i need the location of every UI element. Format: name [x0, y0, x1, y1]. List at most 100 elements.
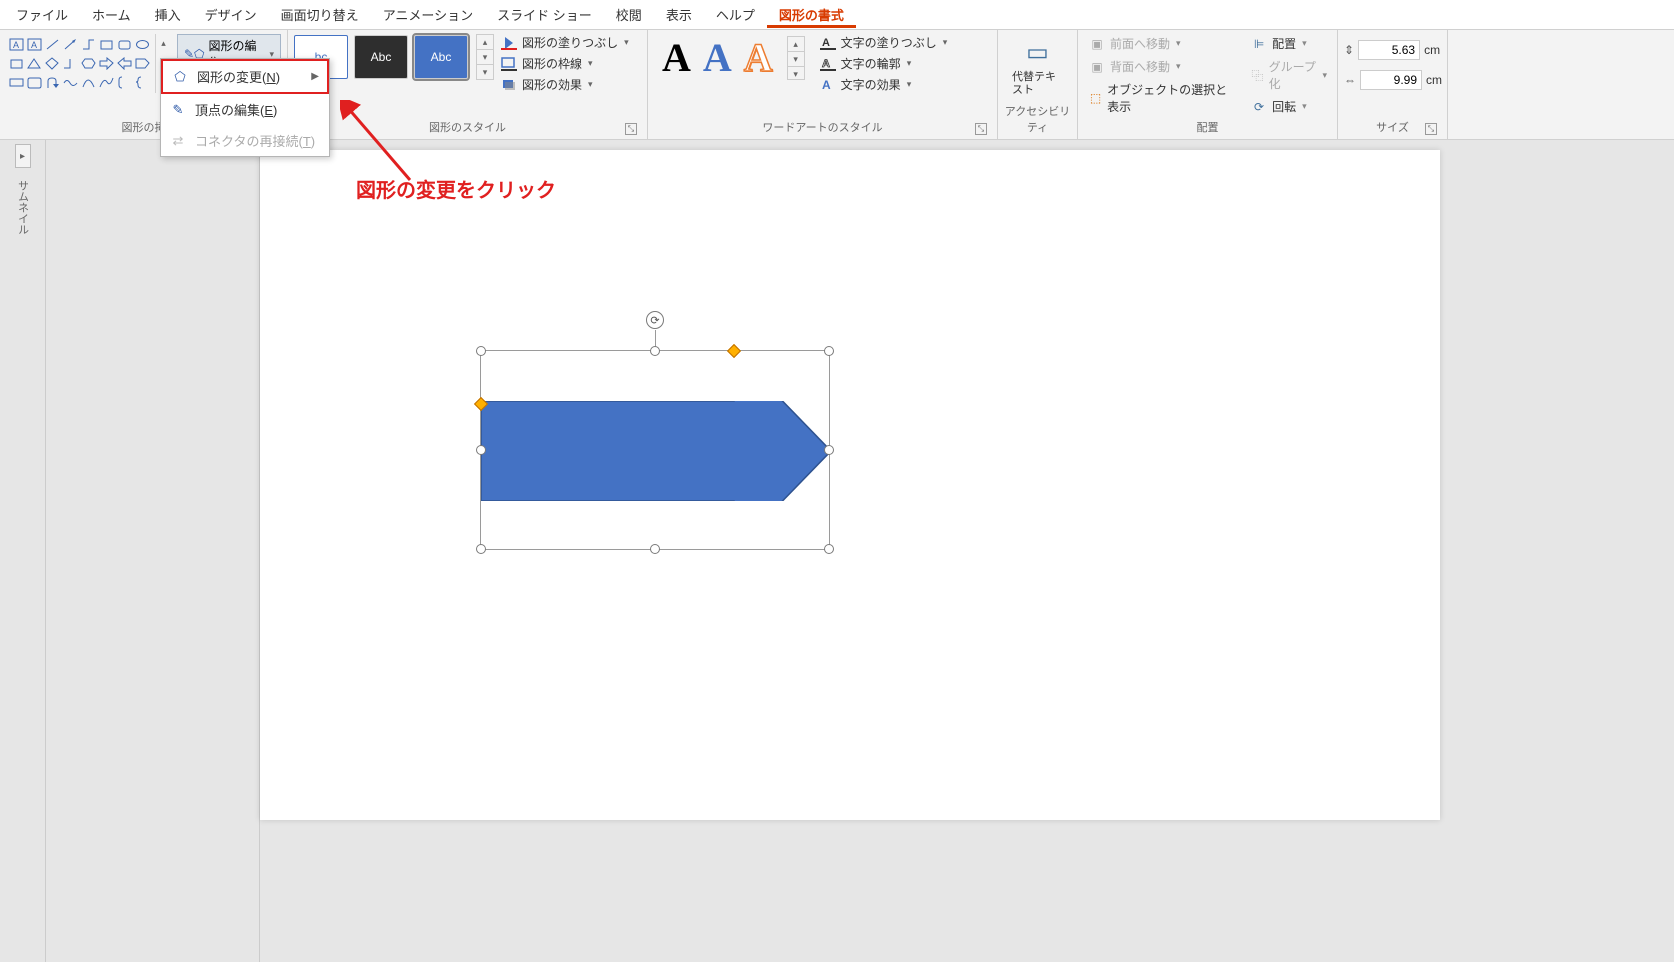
shape-arc-icon[interactable] — [80, 74, 97, 91]
text-fill-button[interactable]: A文字の塗りつぶし▾ — [819, 34, 948, 51]
rotate-label: 回転 — [1272, 98, 1296, 115]
shape-styles-dialog-launcher[interactable]: ⤡ — [625, 123, 637, 135]
shape-brace-icon[interactable] — [134, 74, 151, 91]
width-input[interactable] — [1360, 70, 1422, 90]
resize-handle-r[interactable] — [824, 445, 834, 455]
shape-effects-button[interactable]: 図形の効果▾ — [500, 76, 629, 93]
text-outline-button[interactable]: A文字の輪郭▾ — [819, 55, 948, 72]
wordart-dialog-launcher[interactable]: ⤡ — [975, 123, 987, 135]
style-swatch-2[interactable]: Abc — [354, 35, 408, 79]
textfill-icon: A — [819, 35, 837, 51]
menu-home[interactable]: ホーム — [80, 1, 143, 28]
shapes-palette[interactable]: A A — [6, 34, 171, 93]
menuitem-edit-points[interactable]: ✎ 頂点の編集(E) — [161, 94, 329, 125]
shape-line-icon[interactable] — [44, 36, 61, 53]
shape-arrowline-icon[interactable] — [62, 36, 79, 53]
shape-fill-label: 図形の塗りつぶし — [522, 34, 618, 51]
send-backward-button[interactable]: ▣背面へ移動▾ — [1084, 57, 1232, 76]
group-label-accessibility: アクセシビリティ — [1004, 101, 1071, 137]
edit-points-icon: ✎ — [169, 102, 187, 118]
shape-elbow-icon[interactable] — [80, 36, 97, 53]
menu-slideshow[interactable]: スライド ショー — [485, 1, 604, 28]
menu-animation[interactable]: アニメーション — [371, 1, 485, 28]
width-field-row: ⇔ cm — [1344, 70, 1441, 90]
height-icon: ⇕ — [1344, 43, 1354, 57]
shape-scroll-icon[interactable] — [26, 74, 43, 91]
shape-textbox2-icon[interactable]: A — [26, 36, 43, 53]
shape-r2-1-icon[interactable] — [8, 55, 25, 72]
wordart-style-1[interactable]: A — [662, 34, 691, 81]
shape-rarrow-icon[interactable] — [98, 55, 115, 72]
thumbnail-tray[interactable] — [46, 140, 260, 962]
shape-outline-label: 図形の枠線 — [522, 55, 582, 72]
text-effects-label: 文字の効果 — [841, 76, 901, 93]
shape-effects-label: 図形の効果 — [522, 76, 582, 93]
selection-pane-icon: ⬚ — [1088, 91, 1103, 105]
group-button[interactable]: ⿻グループ化▾ — [1246, 57, 1331, 93]
outline-icon — [500, 56, 518, 72]
resize-handle-br[interactable] — [824, 544, 834, 554]
resize-handle-bl[interactable] — [476, 544, 486, 554]
shape-wave-icon[interactable] — [62, 74, 79, 91]
shape-process-icon[interactable] — [8, 74, 25, 91]
shape-rect-icon[interactable] — [98, 36, 115, 53]
group-icon: ⿻ — [1250, 67, 1265, 84]
shape-larrow-icon[interactable] — [116, 55, 133, 72]
menu-design[interactable]: デザイン — [193, 1, 269, 28]
menuitem-change-shape[interactable]: ⬠ 図形の変更(N) ▶ — [161, 59, 329, 94]
menu-shape-format[interactable]: 図形の書式 — [767, 1, 856, 28]
shape-oval-icon[interactable] — [134, 36, 151, 53]
wordart-style-2[interactable]: A — [703, 34, 732, 81]
menu-review[interactable]: 校閲 — [604, 1, 654, 28]
menu-transition[interactable]: 画面切り替え — [269, 1, 371, 28]
selection-pane-label: オブジェクトの選択と表示 — [1107, 81, 1228, 115]
bring-forward-button[interactable]: ▣前面へ移動▾ — [1084, 34, 1232, 53]
text-effects-button[interactable]: A文字の効果▾ — [819, 76, 948, 93]
resize-handle-tl[interactable] — [476, 346, 486, 356]
shape-uturn-icon[interactable] — [44, 74, 61, 91]
menu-help[interactable]: ヘルプ — [704, 1, 767, 28]
align-icon: ⊫ — [1250, 37, 1268, 51]
svg-text:A: A — [13, 40, 19, 50]
resize-handle-l[interactable] — [476, 445, 486, 455]
shape-pent-icon[interactable] — [134, 55, 151, 72]
slide-canvas[interactable]: ⟳ — [260, 150, 1440, 820]
shape-bracket-icon[interactable] — [116, 74, 133, 91]
shape-hex-icon[interactable] — [80, 55, 97, 72]
shape-textbox-icon[interactable]: A — [8, 36, 25, 53]
menu-insert[interactable]: 挿入 — [143, 1, 193, 28]
shape-selection-box[interactable]: ⟳ — [480, 350, 830, 550]
right-arrow-shape[interactable] — [481, 401, 831, 501]
shape-roundrect-icon[interactable] — [116, 36, 133, 53]
adjust-handle-1[interactable] — [727, 344, 741, 358]
rotation-handle[interactable]: ⟳ — [646, 311, 664, 329]
shape-elbow2-icon[interactable] — [62, 55, 79, 72]
shape-triangle-icon[interactable] — [26, 55, 43, 72]
workspace: ▸ サムネイル ⟳ — [0, 140, 1674, 962]
align-button[interactable]: ⊫配置▾ — [1246, 34, 1331, 53]
menu-file[interactable]: ファイル — [4, 1, 80, 28]
resize-handle-b[interactable] — [650, 544, 660, 554]
rotate-button[interactable]: ⟳回転▾ — [1246, 97, 1331, 116]
alt-text-button[interactable]: ▭ 代替テキスト — [1004, 34, 1071, 101]
resize-handle-tr[interactable] — [824, 346, 834, 356]
shape-curve-icon[interactable] — [98, 74, 115, 91]
resize-handle-t[interactable] — [650, 346, 660, 356]
style-swatch-3[interactable]: Abc — [414, 35, 468, 79]
shape-diamond-icon[interactable] — [44, 55, 61, 72]
wordart-gallery[interactable]: A A A ▴▾▾ — [654, 34, 813, 81]
wordart-style-3[interactable]: A — [744, 34, 773, 81]
wordart-gallery-nav[interactable]: ▴▾▾ — [787, 36, 805, 80]
selection-pane-button[interactable]: ⬚ オブジェクトの選択と表示 — [1084, 80, 1232, 116]
height-input[interactable] — [1358, 40, 1420, 60]
shape-outline-button[interactable]: 図形の枠線▾ — [500, 55, 629, 72]
shape-fill-button[interactable]: 図形の塗りつぶし▾ — [500, 34, 629, 51]
size-dialog-launcher[interactable]: ⤡ — [1425, 123, 1437, 135]
rotate-icon: ⟳ — [1250, 100, 1268, 114]
group-label: グループ化 — [1269, 58, 1317, 92]
ribbon-group-shape-styles: bc Abc Abc ▴▾▾ 図形の塗りつぶし▾ 図形の枠線▾ 図形の効果▾ 図… — [288, 30, 648, 139]
menu-view[interactable]: 表示 — [654, 1, 704, 28]
thumbnail-expand-button[interactable]: ▸ — [15, 144, 31, 168]
style-gallery-nav[interactable]: ▴▾▾ — [476, 34, 494, 80]
change-shape-icon: ⬠ — [171, 69, 189, 85]
